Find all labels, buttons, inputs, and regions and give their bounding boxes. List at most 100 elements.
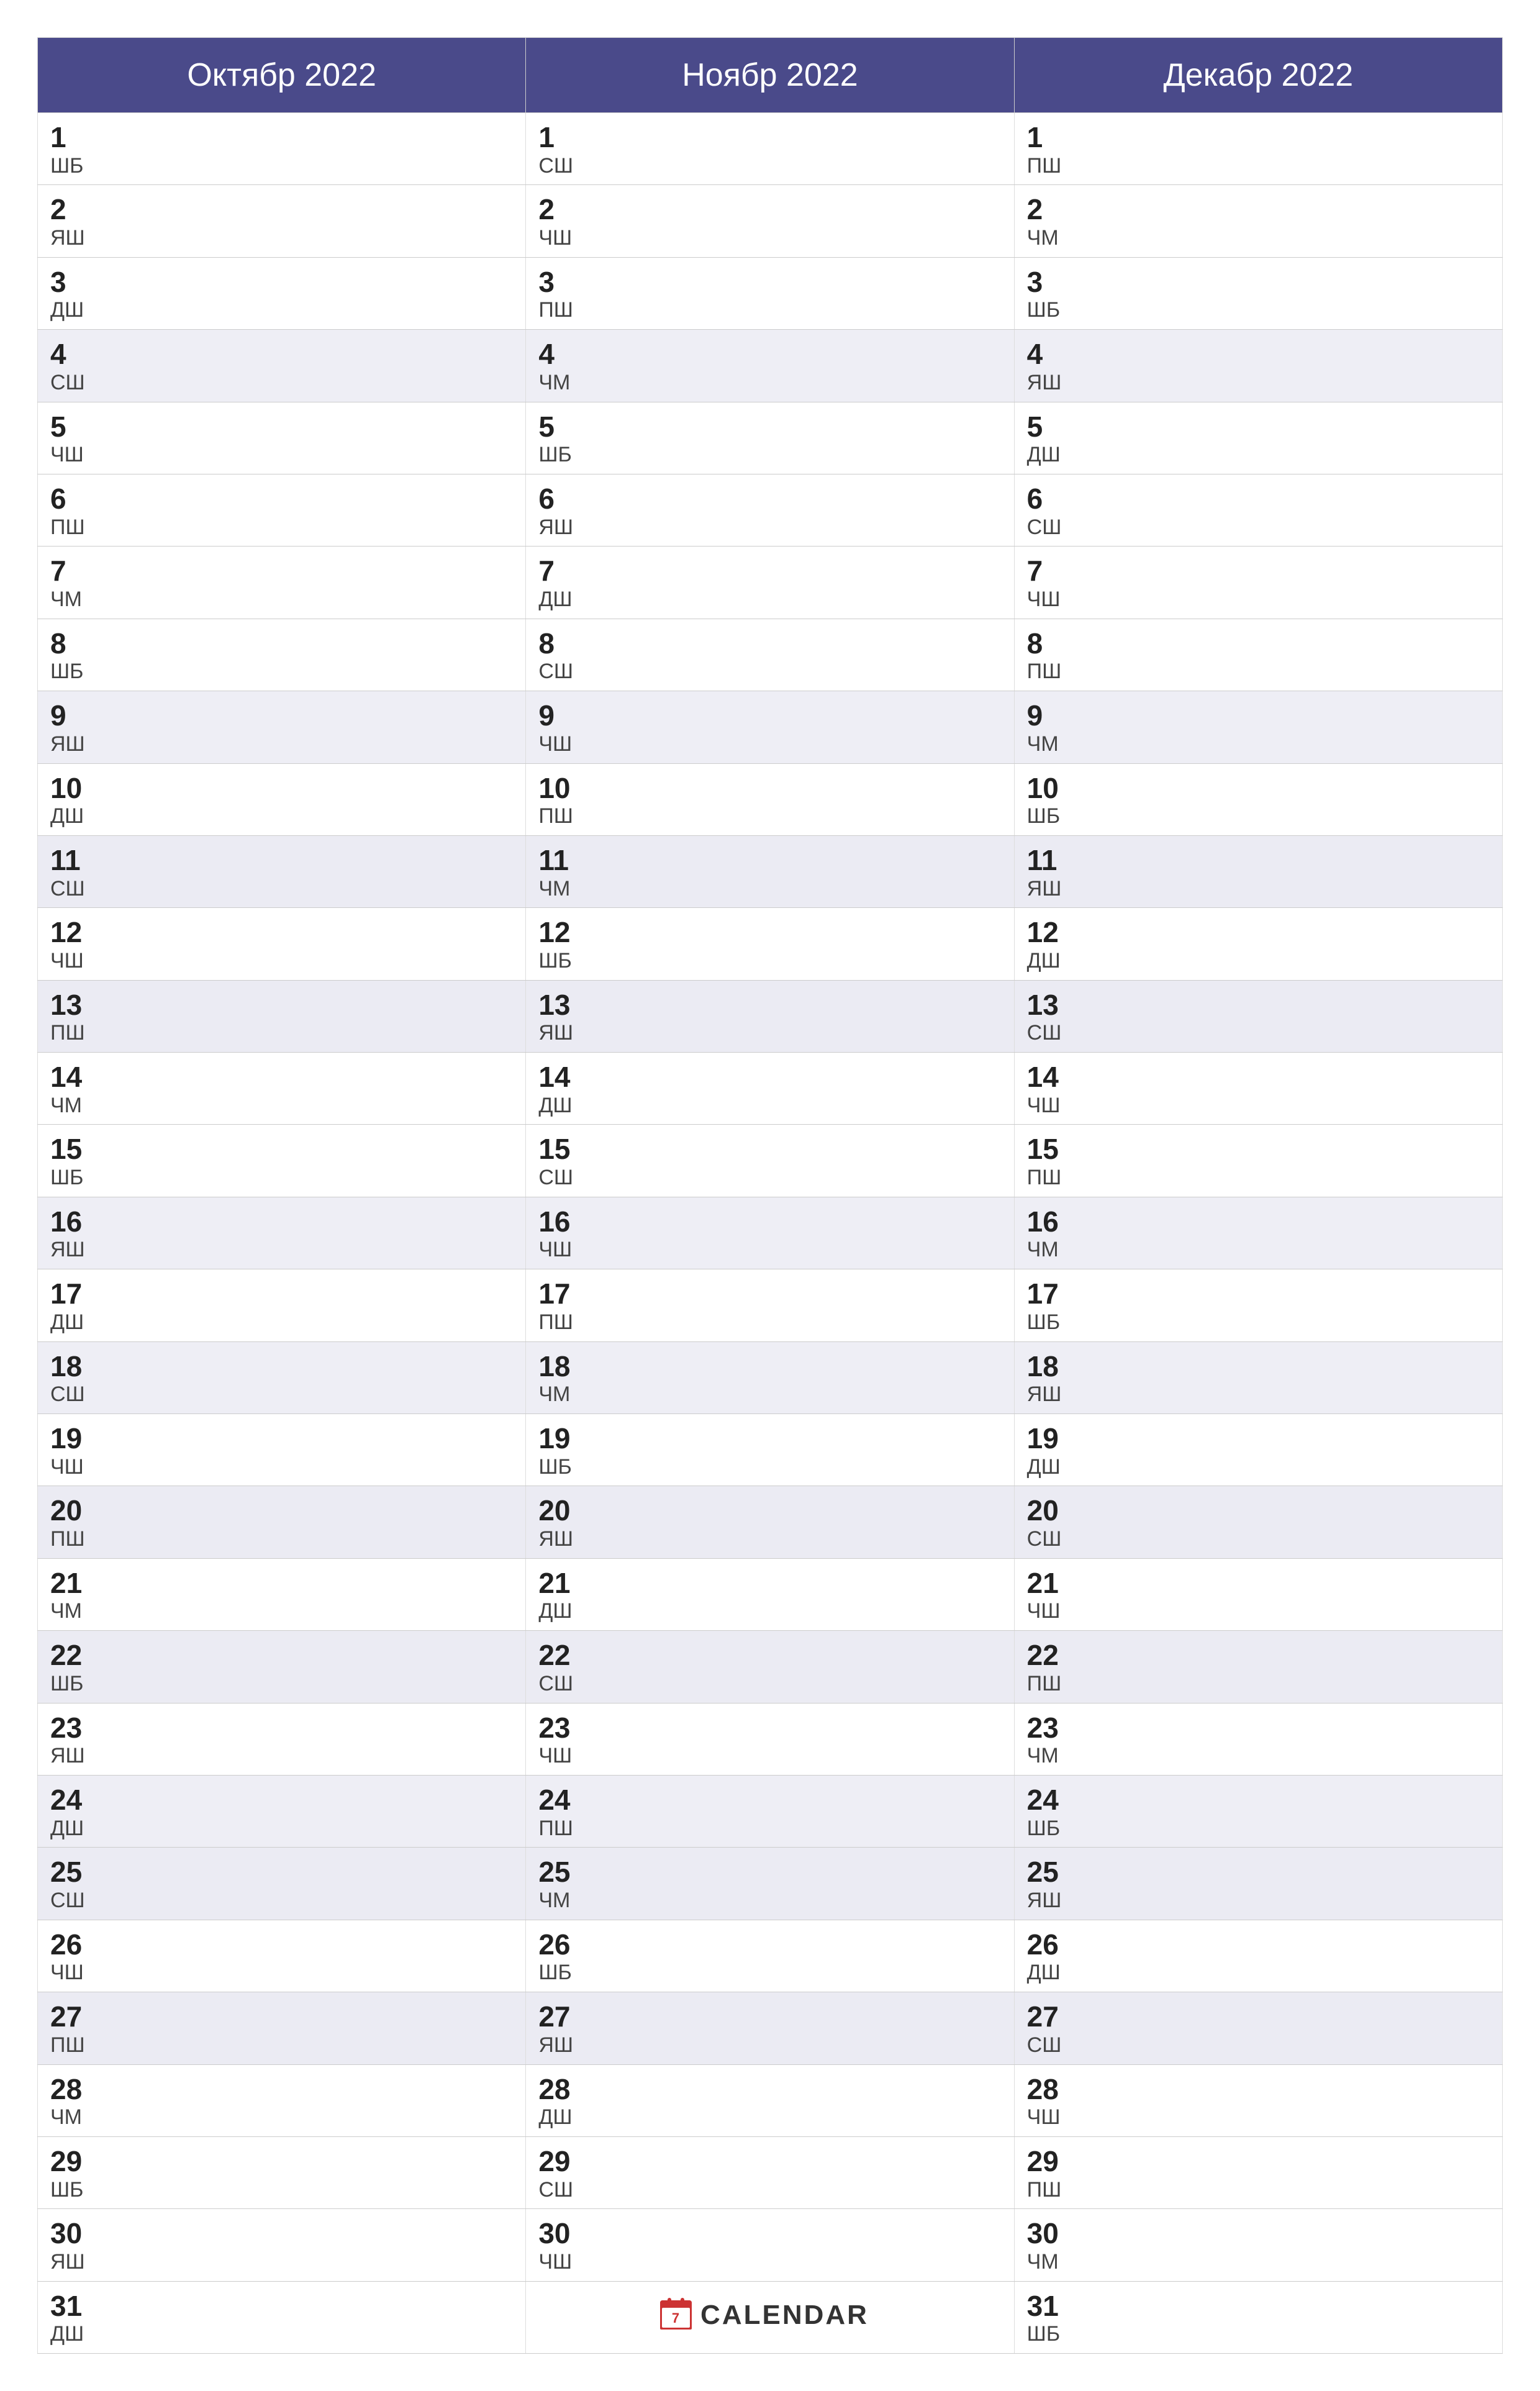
day-label: ЯШ — [1027, 876, 1490, 902]
day-label: ДШ — [1027, 1454, 1490, 1480]
day-cell-col3: 3ШБ — [1014, 257, 1502, 329]
day-cell-col2: 2ЧШ — [526, 185, 1014, 257]
day-cell-col1: 27ПШ — [38, 1992, 526, 2064]
table-row: 9ЯШ9ЧШ9ЧМ — [38, 691, 1503, 763]
day-number: 13 — [538, 989, 1001, 1021]
day-label: ЯШ — [50, 2249, 513, 2275]
day-label: ЧШ — [1027, 2105, 1490, 2130]
day-number: 23 — [50, 1712, 513, 1744]
day-label: ЯШ — [50, 225, 513, 251]
day-cell-col3: 14ЧШ — [1014, 1053, 1502, 1125]
day-number: 22 — [1027, 1640, 1490, 1671]
day-number: 3 — [538, 266, 1001, 298]
day-cell-col3: 11ЯШ — [1014, 835, 1502, 907]
table-row: 22ШБ22СШ22ПШ — [38, 1631, 1503, 1703]
day-cell-col1: 31ДШ — [38, 2281, 526, 2353]
day-number: 15 — [1027, 1133, 1490, 1165]
day-label: ШБ — [50, 659, 513, 684]
table-row: 4СШ4ЧМ4ЯШ — [38, 330, 1503, 402]
day-label: ПШ — [1027, 659, 1490, 684]
day-label: ДШ — [538, 1599, 1001, 1624]
day-number: 18 — [50, 1351, 513, 1382]
day-cell-col2: 8СШ — [526, 619, 1014, 691]
day-label: ДШ — [538, 2105, 1001, 2130]
day-cell-col2: 23ЧШ — [526, 1703, 1014, 1775]
day-cell-col1: 6ПШ — [38, 474, 526, 546]
day-label: ШБ — [1027, 1310, 1490, 1335]
day-number: 22 — [538, 1640, 1001, 1671]
day-label: ПШ — [50, 2033, 513, 2058]
day-label: СШ — [50, 370, 513, 396]
table-row: 24ДШ24ПШ24ШБ — [38, 1775, 1503, 1847]
day-label: ШБ — [538, 948, 1001, 974]
day-label: ЧМ — [1027, 1237, 1490, 1263]
day-label: ЧМ — [538, 1888, 1001, 1913]
day-label: ЧМ — [538, 876, 1001, 902]
day-number: 5 — [1027, 411, 1490, 443]
day-number: 9 — [50, 700, 513, 732]
day-cell-col1: 16ЯШ — [38, 1197, 526, 1269]
day-cell-col2: 19ШБ — [526, 1414, 1014, 1486]
day-cell-col1: 19ЧШ — [38, 1414, 526, 1486]
day-label: ЯШ — [1027, 1382, 1490, 1407]
header-col1: Октябр 2022 — [38, 38, 526, 113]
day-number: 4 — [1027, 338, 1490, 370]
day-number: 8 — [50, 628, 513, 660]
day-cell-col3: 4ЯШ — [1014, 330, 1502, 402]
day-number: 16 — [50, 1206, 513, 1238]
day-label: СШ — [538, 1671, 1001, 1697]
day-label: ДШ — [50, 1816, 513, 1841]
day-number: 15 — [50, 1133, 513, 1165]
day-label: ЧШ — [538, 2249, 1001, 2275]
day-cell-col3: 15ПШ — [1014, 1125, 1502, 1197]
day-cell-col1: 3ДШ — [38, 257, 526, 329]
day-cell-col1: 26ЧШ — [38, 1920, 526, 1992]
day-cell-col2: 12ШБ — [526, 908, 1014, 980]
day-cell-col2: 9ЧШ — [526, 691, 1014, 763]
day-number: 11 — [1027, 845, 1490, 876]
day-label: ШБ — [538, 1960, 1001, 1985]
day-label: ЯШ — [538, 2033, 1001, 2058]
day-number: 18 — [538, 1351, 1001, 1382]
day-cell-col2: 28ДШ — [526, 2064, 1014, 2136]
day-cell-col3: 20СШ — [1014, 1486, 1502, 1558]
day-label: ЧМ — [1027, 732, 1490, 757]
day-cell-col2: 24ПШ — [526, 1775, 1014, 1847]
day-cell-col2: 30ЧШ — [526, 2209, 1014, 2281]
day-label: ДШ — [1027, 1960, 1490, 1985]
day-label: ПШ — [538, 804, 1001, 829]
day-label: ПШ — [1027, 153, 1490, 179]
day-number: 27 — [1027, 2001, 1490, 2033]
day-cell-col3: 26ДШ — [1014, 1920, 1502, 1992]
day-label: ДШ — [1027, 442, 1490, 468]
day-cell-col1: 20ПШ — [38, 1486, 526, 1558]
day-cell-col2: 14ДШ — [526, 1053, 1014, 1125]
day-number: 7 — [50, 555, 513, 587]
day-cell-col1: 12ЧШ — [38, 908, 526, 980]
table-row: 14ЧМ14ДШ14ЧШ — [38, 1053, 1503, 1125]
day-number: 8 — [1027, 628, 1490, 660]
day-label: ЯШ — [538, 515, 1001, 540]
table-row: 23ЯШ23ЧШ23ЧМ — [38, 1703, 1503, 1775]
table-row: 17ДШ17ПШ17ШБ — [38, 1269, 1503, 1341]
day-number: 2 — [538, 194, 1001, 225]
day-number: 25 — [1027, 1856, 1490, 1888]
day-cell-col1: 15ШБ — [38, 1125, 526, 1197]
day-number: 8 — [538, 628, 1001, 660]
table-row: 27ПШ27ЯШ27СШ — [38, 1992, 1503, 2064]
table-row: 2ЯШ2ЧШ2ЧМ — [38, 185, 1503, 257]
day-label: ЧМ — [1027, 225, 1490, 251]
day-cell-col1: 4СШ — [38, 330, 526, 402]
table-row: 20ПШ20ЯШ20СШ — [38, 1486, 1503, 1558]
day-number: 17 — [1027, 1278, 1490, 1310]
day-label: ПШ — [538, 1816, 1001, 1841]
day-cell-col3: 25ЯШ — [1014, 1848, 1502, 1920]
day-number: 24 — [538, 1784, 1001, 1816]
day-cell-col3: 12ДШ — [1014, 908, 1502, 980]
day-label: СШ — [538, 153, 1001, 179]
day-cell-col1: 10ДШ — [38, 763, 526, 835]
day-number: 16 — [1027, 1206, 1490, 1238]
day-number: 12 — [538, 917, 1001, 948]
day-number: 3 — [1027, 266, 1490, 298]
day-label: ЧШ — [538, 732, 1001, 757]
